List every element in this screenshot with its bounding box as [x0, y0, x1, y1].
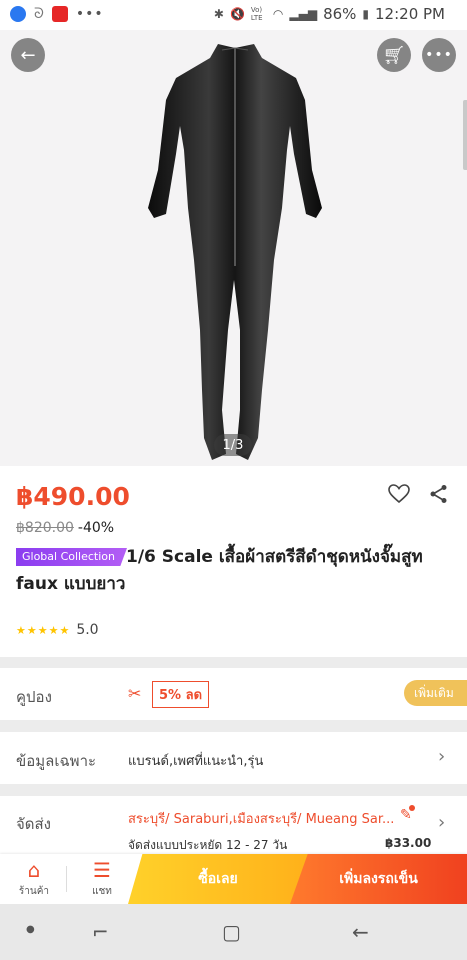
home-icon[interactable]: ▢ [222, 920, 241, 944]
notification-dot [409, 805, 415, 811]
shop-app-icon [51, 6, 68, 22]
clock: 12:20 PM [375, 5, 445, 23]
divider [66, 866, 67, 892]
coupon-label: คูปอง [16, 688, 52, 706]
mute-icon: 🔇 [229, 7, 245, 21]
wifi-icon: ◠ [272, 7, 284, 21]
shipping-detail: จัดส่งแบบประหยัด 12 - 27 วัน [128, 838, 288, 852]
ticket-icon: ✂ [128, 684, 142, 703]
messenger-icon [10, 6, 26, 22]
rating-stars: ★★★★★ [16, 623, 71, 637]
bottom-action-bar: ⌂ ร้านค้า ☰ แชท ซื้อเลย เพิ่มลงรถเข็น [0, 854, 467, 904]
battery-icon: ▮ [362, 7, 370, 21]
rating-row[interactable]: ★★★★★ 5.0 [16, 622, 99, 638]
spec-label: ข้อมูลเฉพาะ [16, 752, 97, 770]
cart-button[interactable]: 🛒︎ [377, 38, 411, 72]
shipping-label: จัดส่ง [16, 815, 52, 833]
chat-icon: ☰ [93, 858, 111, 882]
more-coupons-button[interactable]: เพิ่มเติม [404, 680, 467, 706]
shop-label: ร้านค้า [18, 886, 50, 897]
chat-button[interactable]: ☰ แชท [70, 854, 134, 904]
share-button[interactable] [429, 484, 449, 508]
add-to-cart-button[interactable]: เพิ่มลงรถเข็น [290, 854, 467, 904]
edge-panel-handle[interactable] [463, 100, 467, 170]
back-icon[interactable]: ← [352, 920, 369, 944]
bluetooth-icon: ✱ [213, 7, 224, 21]
global-collection-badge: Global Collection [16, 548, 127, 566]
shipping-fee: ฿33.00 [385, 836, 432, 850]
product-info: ฿490.00 ฿820.00 -40% 1/6 Scale เสื้อผ้าส… [0, 466, 467, 657]
nav-dot-icon[interactable]: ● [26, 924, 35, 935]
product-image [148, 44, 322, 460]
product-image-carousel[interactable]: ← 🛒︎ ••• 1/3 [0, 30, 467, 466]
coupon-chip[interactable]: 5% ลด [152, 681, 210, 708]
product-price: ฿490.00 [16, 482, 130, 511]
recents-icon[interactable]: ⌐ [92, 920, 109, 944]
back-button[interactable]: ← [11, 38, 45, 72]
app-icon: ᘐ [34, 6, 44, 22]
shipping-row[interactable]: จัดส่ง สระบุรี/ Saraburi,เมืองสระบุรี/ M… [0, 796, 467, 854]
wishlist-button[interactable] [388, 484, 410, 508]
image-counter: 1/3 [214, 434, 252, 456]
shipping-location: สระบุรี/ Saraburi,เมืองสระบุรี/ Mueang S… [128, 812, 395, 827]
status-bar: ᘐ ••• ✱ 🔇 Vo) LTE ◠ ▂▄▆ 86% ▮ 12:20 PM [0, 0, 467, 30]
rating-value: 5.0 [76, 622, 99, 638]
buy-now-button[interactable]: ซื้อเลย [128, 854, 308, 904]
arrow-left-icon: ← [20, 44, 36, 66]
discount-percent: -40% [77, 520, 115, 536]
chat-label: แชท [92, 886, 112, 897]
chevron-right-icon: › [438, 812, 446, 833]
specification-row[interactable]: ข้อมูลเฉพาะ แบรนด์,เพศที่แนะนำ,รุ่น › [0, 732, 467, 784]
spec-value: แบรนด์,เพศที่แนะนำ,รุ่น [128, 754, 264, 769]
original-price-row: ฿820.00 -40% [16, 520, 114, 536]
original-price: ฿820.00 [16, 520, 74, 536]
battery-percent: 86% [323, 5, 357, 23]
more-options-button[interactable]: ••• [422, 38, 456, 72]
chevron-right-icon: › [438, 746, 446, 767]
heart-icon [388, 484, 410, 504]
more-dots-icon: ••• [425, 47, 453, 63]
store-icon: ⌂ [27, 858, 41, 882]
coupon-row[interactable]: คูปอง ✂ 5% ลด เพิ่มเติม [0, 668, 467, 720]
shop-button[interactable]: ⌂ ร้านค้า [2, 854, 66, 904]
share-icon [430, 485, 447, 503]
more-notifications-icon: ••• [75, 6, 104, 22]
system-navigation-bar: ● ⌐ ▢ ← [0, 904, 467, 960]
lte-label: Vo) LTE [250, 6, 263, 22]
signal-icon: ▂▄▆ [289, 7, 318, 21]
cart-icon: 🛒︎ [382, 44, 406, 66]
